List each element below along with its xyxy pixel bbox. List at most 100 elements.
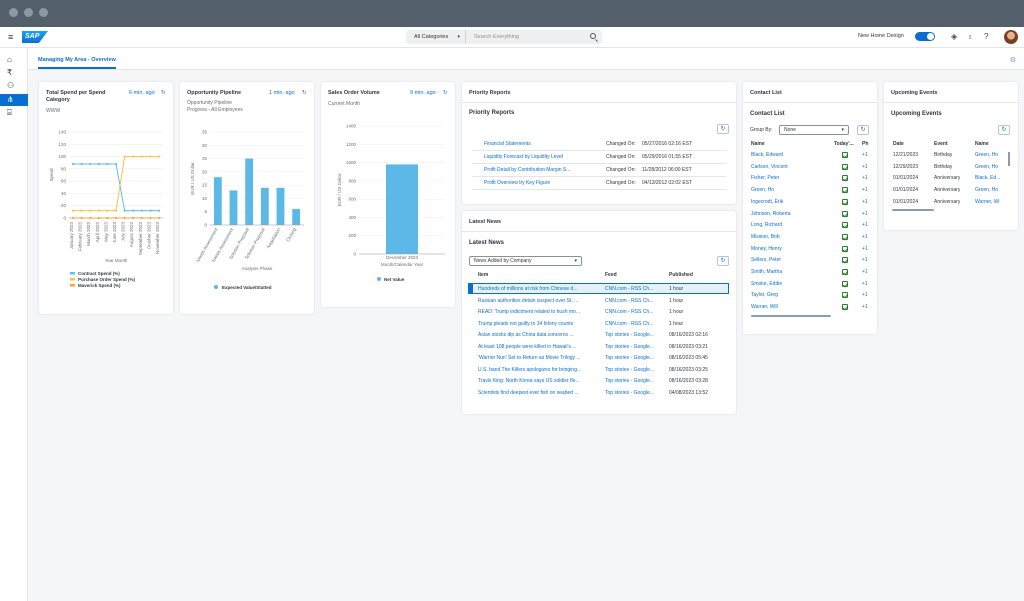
legend-label[interactable]: Purchase Order Spend (%): [78, 277, 136, 282]
user-settings-icon[interactable]: ♁: [967, 32, 973, 42]
refresh-icon[interactable]: ↻: [857, 125, 869, 135]
data-point[interactable]: [149, 216, 152, 220]
news-item-link[interactable]: Trump pleads not guilty to 34 felony cou…: [478, 319, 602, 330]
data-point[interactable]: [123, 209, 126, 212]
legend-label[interactable]: Contract Spend (%): [78, 271, 120, 276]
data-point[interactable]: [114, 216, 118, 220]
legend-label[interactable]: Net Value: [384, 277, 405, 282]
contact-name-link[interactable]: Sellers, Peter: [751, 255, 831, 266]
news-feed-link[interactable]: CNN.com - RSS Ch...: [605, 284, 665, 295]
contact-phone-link[interactable]: +1: [862, 185, 868, 196]
news-feed-link[interactable]: Top stories - Google...: [605, 353, 665, 364]
bar[interactable]: [292, 209, 301, 225]
data-point[interactable]: [157, 216, 161, 220]
data-point[interactable]: [89, 216, 92, 220]
bar[interactable]: [245, 158, 254, 225]
data-point[interactable]: [123, 155, 126, 158]
data-point[interactable]: [80, 162, 83, 166]
contact-phone-link[interactable]: +1: [862, 279, 868, 290]
data-point[interactable]: [149, 155, 152, 158]
events-col-name[interactable]: Name: [975, 141, 989, 147]
contact-phone-link[interactable]: +1: [862, 255, 868, 266]
data-point[interactable]: [157, 155, 161, 158]
contact-name-link[interactable]: Black, Edward: [751, 150, 831, 161]
data-point[interactable]: [114, 209, 118, 212]
event-person-link[interactable]: Black, Ed...: [975, 173, 1007, 184]
contact-name-link[interactable]: Green, Ho: [751, 185, 831, 196]
data-point[interactable]: [140, 209, 143, 212]
contact-name-link[interactable]: Money, Henry: [751, 244, 831, 255]
group-icon[interactable]: ⚇: [0, 80, 28, 92]
contact-phone-link[interactable]: +1: [862, 173, 868, 184]
news-card-header[interactable]: Latest News: [469, 219, 501, 226]
data-point[interactable]: [149, 209, 152, 212]
events-col-event[interactable]: Event: [934, 141, 948, 147]
bar[interactable]: [213, 177, 222, 225]
news-col-feed[interactable]: Feed: [605, 272, 617, 278]
data-point[interactable]: [71, 216, 75, 220]
news-feed-link[interactable]: CNN.com - RSS Ch...: [605, 319, 665, 330]
window-close-dot[interactable]: [9, 8, 18, 17]
news-col-published[interactable]: Published: [669, 272, 693, 278]
menu-icon[interactable]: ≡: [8, 33, 13, 42]
contact-name-link[interactable]: Taylor, Greg: [751, 290, 831, 301]
data-point[interactable]: [80, 216, 83, 220]
priority-report-name[interactable]: Profit Overview by Key Figure: [484, 177, 594, 189]
news-item-link[interactable]: At least 108 people were killed in Hawai…: [478, 342, 602, 353]
contact-name-link[interactable]: Warner, Will: [751, 302, 831, 313]
news-feed-link[interactable]: Top stories - Google...: [605, 365, 665, 376]
check-icon[interactable]: [842, 163, 848, 170]
event-person-link[interactable]: Green, Ho: [975, 162, 1007, 173]
home-icon[interactable]: ⌂: [0, 54, 28, 66]
bar[interactable]: [276, 187, 285, 225]
news-item-link[interactable]: READ: Trump indictment related to hush m…: [478, 307, 602, 318]
priority-report-name[interactable]: Liquidity Forecast by Liquidity Level: [484, 151, 594, 163]
data-point[interactable]: [89, 209, 92, 212]
data-point[interactable]: [132, 209, 135, 212]
help-icon[interactable]: ?: [984, 32, 988, 42]
legend-label[interactable]: Expected Value/Statted: [222, 285, 272, 290]
news-row-selection-marker[interactable]: [468, 283, 473, 294]
contact-phone-link[interactable]: +1: [862, 244, 868, 255]
priority-report-name[interactable]: Profit Detail by Contribution Margin S..…: [484, 164, 594, 176]
contact-card-header[interactable]: Contact List: [750, 90, 782, 97]
window-maximize-dot[interactable]: [39, 8, 48, 17]
search-category-select[interactable]: All Categories ▾: [406, 30, 466, 44]
events-col-date[interactable]: Date: [893, 141, 904, 147]
search-icon[interactable]: [590, 33, 596, 39]
notifications-icon[interactable]: ◈: [951, 32, 957, 42]
check-icon[interactable]: [842, 210, 848, 217]
check-icon[interactable]: [842, 187, 848, 194]
data-point[interactable]: [71, 162, 75, 166]
contact-phone-link[interactable]: +1: [862, 302, 868, 313]
contact-phone-link[interactable]: +1: [862, 267, 868, 278]
hierarchy-icon[interactable]: ⋔: [0, 94, 28, 106]
news-filter-select[interactable]: News Added by Company ▾: [469, 256, 582, 266]
bar[interactable]: [386, 164, 418, 254]
check-icon[interactable]: [842, 222, 848, 229]
news-item-link[interactable]: Russian authorities detain suspect over …: [478, 296, 602, 307]
check-icon[interactable]: [842, 175, 848, 182]
news-feed-link[interactable]: Top stories - Google...: [605, 388, 665, 399]
data-point[interactable]: [97, 162, 100, 166]
check-icon[interactable]: [842, 280, 848, 287]
news-col-item[interactable]: Item: [478, 272, 488, 278]
data-point[interactable]: [97, 209, 100, 212]
legend-label[interactable]: Maverick Spend (%): [78, 283, 121, 288]
contact-name-link[interactable]: Long, Richard: [751, 220, 831, 231]
building-icon[interactable]: ⌸: [0, 107, 28, 119]
avatar[interactable]: [1004, 30, 1018, 44]
contact-phone-link[interactable]: +1: [862, 290, 868, 301]
check-icon[interactable]: [842, 245, 848, 252]
news-item-link[interactable]: U.S. band The Killers apologizes for bri…: [478, 365, 602, 376]
check-icon[interactable]: [842, 257, 848, 264]
data-point[interactable]: [80, 209, 83, 212]
check-icon[interactable]: [842, 233, 848, 240]
data-point[interactable]: [157, 209, 161, 212]
contact-name-link[interactable]: Fisher, Peter: [751, 173, 831, 184]
bar[interactable]: [260, 187, 269, 225]
news-feed-link[interactable]: Top stories - Google...: [605, 342, 665, 353]
check-icon[interactable]: [842, 152, 848, 158]
contact-name-link[interactable]: Smith, Martha: [751, 267, 831, 278]
data-point[interactable]: [71, 209, 75, 212]
